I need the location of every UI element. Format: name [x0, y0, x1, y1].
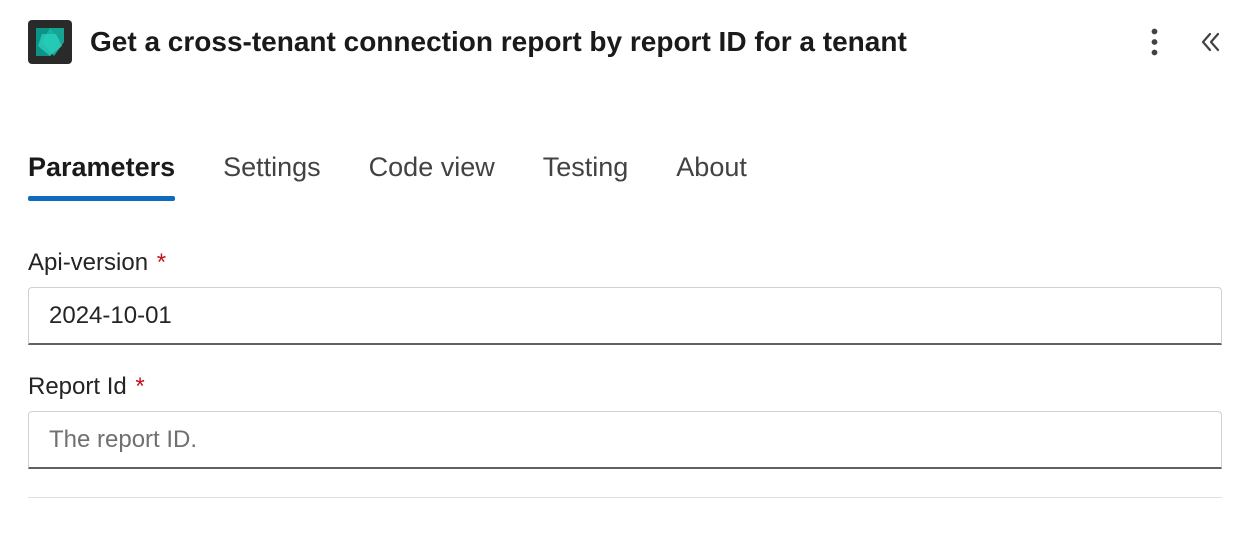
chevron-double-left-icon — [1198, 30, 1222, 54]
power-platform-icon — [32, 24, 68, 60]
section-divider — [28, 497, 1222, 498]
parameters-form: Api-version * Report Id * — [0, 249, 1250, 469]
label-text-api-version: Api-version — [28, 249, 148, 276]
tab-parameters[interactable]: Parameters — [28, 152, 175, 197]
tab-code-view[interactable]: Code view — [369, 152, 495, 197]
input-report-id[interactable] — [28, 411, 1222, 469]
tab-about[interactable]: About — [676, 152, 747, 197]
required-indicator: * — [135, 373, 144, 400]
panel-header: Get a cross-tenant connection report by … — [0, 0, 1250, 64]
label-api-version: Api-version * — [28, 249, 1222, 277]
more-options-button[interactable] — [1142, 30, 1166, 54]
field-group-api-version: Api-version * — [28, 249, 1222, 345]
vertical-dots-icon — [1151, 28, 1158, 56]
input-api-version[interactable] — [28, 287, 1222, 345]
field-group-report-id: Report Id * — [28, 373, 1222, 469]
tab-testing[interactable]: Testing — [543, 152, 629, 197]
label-text-report-id: Report Id — [28, 373, 127, 400]
tab-list: Parameters Settings Code view Testing Ab… — [0, 152, 1250, 197]
required-indicator: * — [157, 249, 166, 276]
page-title: Get a cross-tenant connection report by … — [90, 26, 1142, 58]
connector-icon — [28, 20, 72, 64]
header-actions — [1142, 30, 1222, 54]
tab-settings[interactable]: Settings — [223, 152, 321, 197]
label-report-id: Report Id * — [28, 373, 1222, 401]
collapse-panel-button[interactable] — [1198, 30, 1222, 54]
